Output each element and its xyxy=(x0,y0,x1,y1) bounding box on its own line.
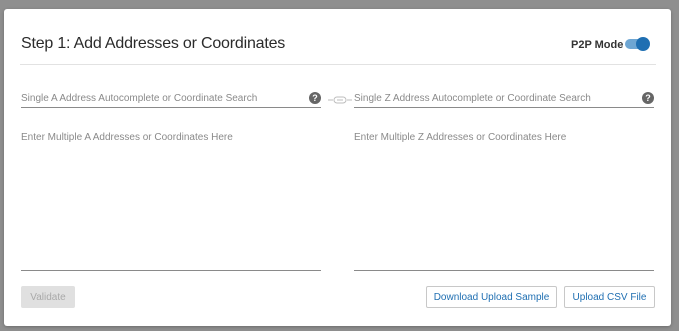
z-multi-address-textarea[interactable] xyxy=(354,132,654,268)
help-icon[interactable]: ? xyxy=(642,92,654,104)
page-title: Step 1: Add Addresses or Coordinates xyxy=(21,35,286,52)
validate-button[interactable]: Validate xyxy=(21,286,75,308)
z-address-search: ? xyxy=(354,89,654,108)
a-address-search: ? xyxy=(21,89,321,108)
z-multi-address-field xyxy=(354,132,654,271)
a-address-search-input[interactable] xyxy=(21,89,301,107)
z-address-search-input[interactable] xyxy=(354,89,634,107)
p2p-mode-label: P2P Mode xyxy=(571,39,624,51)
p2p-mode-toggle[interactable] xyxy=(625,37,650,51)
a-multi-address-textarea[interactable] xyxy=(21,132,321,268)
help-icon[interactable]: ? xyxy=(309,92,321,104)
header-divider xyxy=(20,64,656,65)
a-multi-address-field xyxy=(21,132,321,271)
link-icon xyxy=(328,96,352,104)
upload-csv-file-button[interactable]: Upload CSV File xyxy=(564,286,655,308)
toggle-knob xyxy=(636,37,650,51)
download-upload-sample-button[interactable]: Download Upload Sample xyxy=(426,286,557,308)
dialog-card: Step 1: Add Addresses or Coordinates P2P… xyxy=(4,9,671,326)
